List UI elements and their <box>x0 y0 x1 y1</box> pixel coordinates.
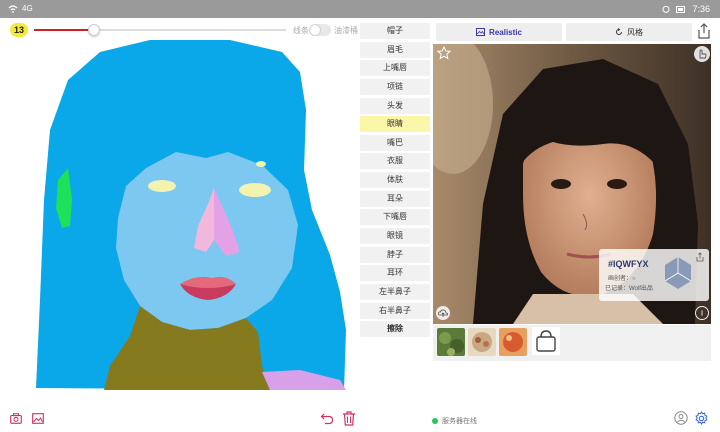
brush-size-badge: 13 <box>10 23 28 37</box>
server-status-text: 服务器在线 <box>442 418 477 425</box>
label-button[interactable]: 耳朵 <box>360 190 430 207</box>
label-button[interactable]: 眼镜 <box>360 228 430 245</box>
camera-icon[interactable] <box>10 413 22 424</box>
fill-mode-toggle[interactable] <box>309 24 331 36</box>
hexagon-logo-icon <box>664 257 692 289</box>
label-button[interactable]: 上嘴唇 <box>360 60 430 77</box>
line-mode-label: 线条 <box>293 26 309 35</box>
image-icon <box>476 28 486 36</box>
star-icon[interactable] <box>437 46 451 60</box>
undo-icon[interactable] <box>320 411 334 425</box>
artwork-code: #IQWFYX <box>608 259 649 269</box>
battery-icon <box>676 5 686 13</box>
card-share-icon[interactable] <box>695 252 705 262</box>
alarm-icon <box>662 5 670 13</box>
realistic-button[interactable]: Realistic <box>436 23 562 41</box>
trash-icon[interactable] <box>342 411 356 426</box>
slider-thumb[interactable] <box>88 24 101 36</box>
server-status: 服务器在线 <box>432 416 477 426</box>
label-button[interactable]: 嘴巴 <box>360 134 430 151</box>
label-button[interactable]: 左半鼻子 <box>360 283 430 300</box>
gallery-icon[interactable] <box>32 413 44 424</box>
label-button[interactable]: 下嘴唇 <box>360 209 430 226</box>
label-button[interactable]: 头发 <box>360 97 430 114</box>
style-thumbnail-3[interactable] <box>499 328 527 356</box>
brush-size-slider[interactable] <box>34 24 286 36</box>
right-eye-region <box>239 183 271 197</box>
eyebrow-dot <box>256 161 266 167</box>
gear-icon[interactable] <box>694 411 709 426</box>
style-label: 风格 <box>627 27 643 37</box>
label-button[interactable]: 项链 <box>360 78 430 95</box>
online-indicator <box>432 418 438 424</box>
artwork-info-card: #IQWFYX 画创者：○ 已记录：Wolf出品 <box>599 249 709 301</box>
label-button[interactable]: 眼睛 <box>360 116 430 133</box>
left-eye-region <box>148 180 176 192</box>
label-button[interactable]: 右半鼻子 <box>360 302 430 319</box>
wifi-icon <box>8 4 18 13</box>
realistic-label: Realistic <box>489 27 522 37</box>
label-list: 帽子眉毛上嘴唇 项链头发眼睛 嘴巴衣服体肤 耳朵下嘴唇眼镜 脖子耳环 左半鼻子右半鼻子擦除 <box>360 23 430 340</box>
label-button[interactable]: 眉毛 <box>360 41 430 58</box>
status-bar: 4G 7:36 <box>0 0 720 18</box>
artwork-source: 已记录：Wolf出品 <box>605 286 653 292</box>
toggle-knob <box>310 25 320 35</box>
shopping-bag-icon[interactable] <box>532 327 560 355</box>
slider-fill <box>34 29 95 31</box>
info-icon[interactable] <box>695 306 709 320</box>
share-icon[interactable] <box>695 22 713 40</box>
hand-pointer-icon[interactable] <box>694 46 710 62</box>
fill-mode-label: 油漆桶 <box>334 26 358 35</box>
label-button[interactable]: 体肤 <box>360 172 430 189</box>
label-button[interactable]: 衣服 <box>360 153 430 170</box>
style-thumbnails <box>433 325 711 361</box>
label-button[interactable]: 帽子 <box>360 23 430 39</box>
style-thumbnail-1[interactable] <box>437 328 465 356</box>
label-button[interactable]: 耳环 <box>360 265 430 282</box>
refresh-icon <box>616 28 622 35</box>
clock: 7:36 <box>692 4 710 14</box>
segmentation-sketch <box>36 40 346 390</box>
label-button[interactable]: 脖子 <box>360 246 430 263</box>
drawing-canvas[interactable] <box>0 40 356 390</box>
style-button[interactable]: 风格 <box>566 23 692 41</box>
erase-button[interactable]: 擦除 <box>360 321 430 338</box>
user-icon[interactable] <box>674 411 688 425</box>
network-label: 4G <box>22 4 33 13</box>
artwork-author: 画创者：○ <box>608 276 636 282</box>
upload-cloud-icon[interactable] <box>436 306 450 320</box>
style-thumbnail-2[interactable] <box>468 328 496 356</box>
